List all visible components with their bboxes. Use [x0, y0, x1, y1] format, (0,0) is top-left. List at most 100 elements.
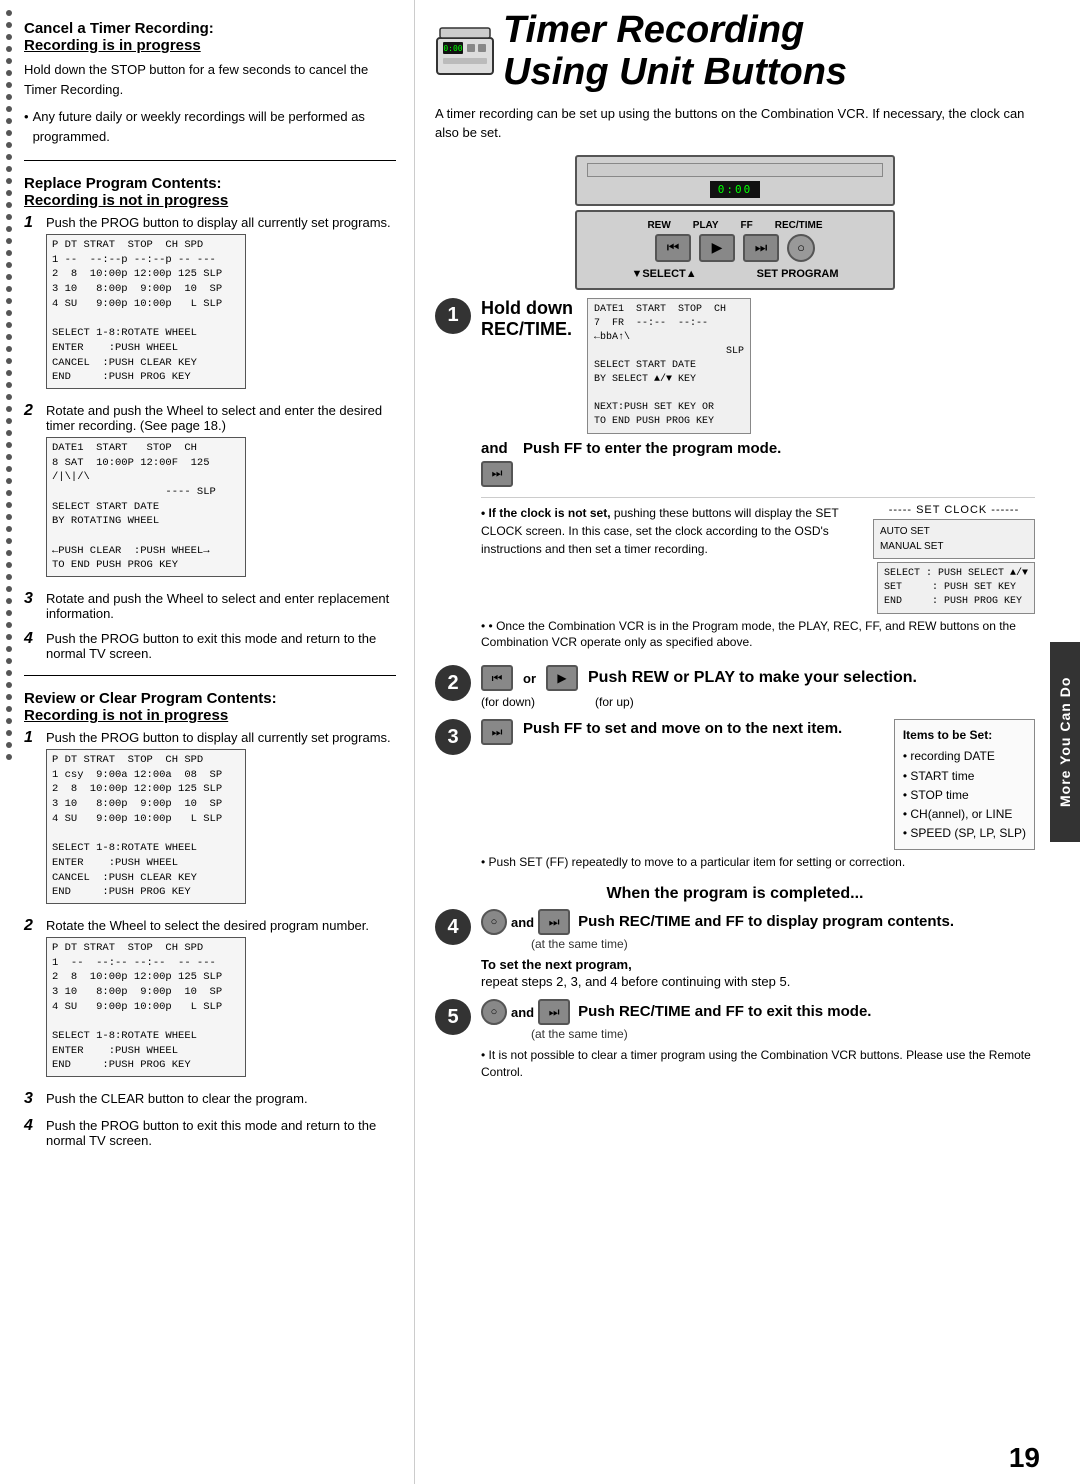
step4-same-time: (at the same time): [531, 937, 1035, 951]
rstep1-content: Push the PROG button to display all curr…: [46, 730, 396, 908]
push-ff-text: Push FF to enter the program mode.: [523, 440, 781, 457]
completed-text: When the program is completed...: [435, 885, 1035, 903]
step5-note: • It is not possible to clear a timer pr…: [481, 1047, 1035, 1081]
clock-note: • If the clock is not set, pushing these…: [481, 497, 1035, 652]
cancel-body: Hold down the STOP button for a few seco…: [24, 60, 396, 99]
rectime-btn-step4[interactable]: ○: [481, 909, 507, 935]
step2-content: Rotate and push the Wheel to select and …: [46, 403, 396, 581]
step1-circle: 1: [435, 298, 471, 334]
step1-info-box: DATE1 START STOP CH 7 FR --:-- --:-- ←bb…: [587, 298, 751, 434]
replace-title: Replace Program Contents: Recording is n…: [24, 175, 396, 209]
rew-button[interactable]: ⏮: [655, 234, 691, 262]
step2-push-text: Push REW or PLAY to make your selection.: [588, 668, 917, 689]
vcr-illustration: 0:00 REW PLAY FF REC/TIME ⏮ ▶ ⏭: [435, 155, 1035, 290]
cancel-section: Cancel a Timer Recording: Recording is i…: [24, 20, 396, 146]
if-clock-title: • If the clock is not set,: [481, 506, 611, 520]
cancel-bullet: • Any future daily or weekly recordings …: [24, 107, 396, 146]
rstep3-content: Push the CLEAR button to clear the progr…: [46, 1091, 396, 1106]
step5-circle: 5: [435, 999, 471, 1035]
intro-text: A timer recording can be set up using th…: [435, 104, 1035, 143]
step-number-1: 1: [24, 214, 38, 232]
step2-container: 2 ⏮ or ▶ Push REW or PLAY to make your s…: [435, 665, 1035, 709]
title-section: 0:00 Timer Recording Using Unit Buttons: [435, 10, 1035, 94]
rstep2-content: Rotate the Wheel to select the desired p…: [46, 918, 396, 1081]
vcr-nav: ▼SELECT▲ SET PROGRAM: [587, 268, 883, 280]
ff-btn-small[interactable]: ⏭: [481, 461, 513, 487]
step4-circle: 4: [435, 909, 471, 945]
replace-section: Replace Program Contents: Recording is n…: [24, 175, 396, 661]
rstep-number-3: 3: [24, 1090, 38, 1108]
step1-container: 1 Hold down REC/TIME. DATE1 START STOP C…: [435, 298, 1035, 656]
and-step4: and: [511, 915, 534, 930]
rstep4-content: Push the PROG button to exit this mode a…: [46, 1118, 396, 1148]
rstep-number-2: 2: [24, 917, 38, 935]
next-program-body: repeat steps 2, 3, and 4 before continui…: [481, 974, 1035, 989]
ff-btn-step5[interactable]: ⏭: [538, 999, 570, 1025]
step4-push-text: Push REC/TIME and FF to display program …: [578, 912, 954, 932]
step2-content: ⏮ or ▶ Push REW or PLAY to make your sel…: [481, 665, 1035, 709]
svg-text:0:00: 0:00: [443, 44, 462, 53]
step1-content: Push the PROG button to display all curr…: [46, 215, 396, 393]
step3-container: 3 ⏭ Push FF to set and move on to the ne…: [435, 719, 1035, 875]
ff-button[interactable]: ⏭: [743, 234, 779, 262]
step2-labels: (for down) (for up): [481, 695, 1035, 709]
item-stop: • STOP time: [903, 786, 1026, 805]
timer-icon: 0:00: [435, 24, 495, 79]
set-clock-header: ----- SET CLOCK ------: [873, 504, 1035, 516]
review-title: Review or Clear Program Contents: Record…: [24, 690, 396, 724]
play-button[interactable]: ▶: [699, 234, 735, 262]
step-number-2: 2: [24, 402, 38, 420]
cancel-title: Cancel a Timer Recording: Recording is i…: [24, 20, 396, 54]
review-step1: 1 Push the PROG button to display all cu…: [24, 730, 396, 908]
item-speed: • SPEED (SP, LP, SLP): [903, 824, 1026, 843]
replace-step2: 2 Rotate and push the Wheel to select an…: [24, 403, 396, 581]
step-number-4: 4: [24, 630, 38, 648]
item-date: • recording DATE: [903, 747, 1026, 766]
sidebar-tab: More You Can Do: [1050, 642, 1080, 842]
rstep-number-1: 1: [24, 729, 38, 747]
divider1: [24, 160, 396, 161]
right-column: 0:00 Timer Recording Using Unit Buttons …: [415, 0, 1080, 1484]
screen-display-2: DATE1 START STOP CH 8 SAT 10:00P 12:00F …: [46, 437, 246, 577]
next-program-label: To set the next program,: [481, 957, 1035, 972]
rectime-button[interactable]: ○: [787, 234, 815, 262]
screen-display-r1: P DT STRAT STOP CH SPD 1 csy 9:00a 12:00…: [46, 749, 246, 904]
ff-btn-step4[interactable]: ⏭: [538, 909, 570, 935]
screen-display-r2: P DT STRAT STOP CH SPD 1 -- --:-- --:-- …: [46, 937, 246, 1077]
item-start: • START time: [903, 767, 1026, 786]
page-number: 19: [1009, 1442, 1040, 1474]
item-ch: • CH(annel), or LINE: [903, 805, 1026, 824]
screen-display-1: P DT STRAT STOP CH SPD 1 -- --:--p --:--…: [46, 234, 246, 389]
step5-content: ○ and ⏭ Push REC/TIME and FF to exit thi…: [481, 999, 1035, 1085]
step1-title: Hold down: [481, 298, 573, 319]
rew-btn-small[interactable]: ⏮: [481, 665, 513, 691]
play-btn-small[interactable]: ▶: [546, 665, 578, 691]
step-number-3: 3: [24, 590, 38, 608]
step1-subtitle: REC/TIME.: [481, 319, 573, 340]
step5-same-time: (at the same time): [531, 1027, 1035, 1041]
review-step3: 3 Push the CLEAR button to clear the pro…: [24, 1091, 396, 1108]
and-label: and: [481, 440, 513, 457]
set-clock-keys: SELECT : PUSH SELECT ▲/▼ SET : PUSH SET …: [877, 562, 1035, 614]
rstep-number-4: 4: [24, 1117, 38, 1135]
replace-step1: 1 Push the PROG button to display all cu…: [24, 215, 396, 393]
or-label: or: [519, 671, 540, 686]
step2-circle: 2: [435, 665, 471, 701]
and-step5: and: [511, 1005, 534, 1020]
step3-circle: 3: [435, 719, 471, 755]
left-column: Cancel a Timer Recording: Recording is i…: [0, 0, 415, 1484]
step4-container: 4 ○ and ⏭ Push REC/TIME and FF to displa…: [435, 909, 1035, 989]
ff-btn-step3[interactable]: ⏭: [481, 719, 513, 745]
step4-content: Push the PROG button to exit this mode a…: [46, 631, 396, 661]
step4-content: ○ and ⏭ Push REC/TIME and FF to display …: [481, 909, 1035, 989]
once-combined-note: • • Once the Combination VCR is in the P…: [481, 618, 1035, 652]
vcr-buttons: ⏮ ▶ ⏭ ○: [587, 234, 883, 262]
dot-border: [0, 0, 18, 1484]
items-title: Items to be Set:: [903, 726, 1026, 745]
rectime-btn-step5[interactable]: ○: [481, 999, 507, 1025]
step3-content: Rotate and push the Wheel to select and …: [46, 591, 396, 621]
step5-push-text: Push REC/TIME and FF to exit this mode.: [578, 1002, 871, 1022]
review-section: Review or Clear Program Contents: Record…: [24, 690, 396, 1148]
step5-container: 5 ○ and ⏭ Push REC/TIME and FF to exit t…: [435, 999, 1035, 1085]
vcr-display: 0:00: [710, 181, 761, 198]
